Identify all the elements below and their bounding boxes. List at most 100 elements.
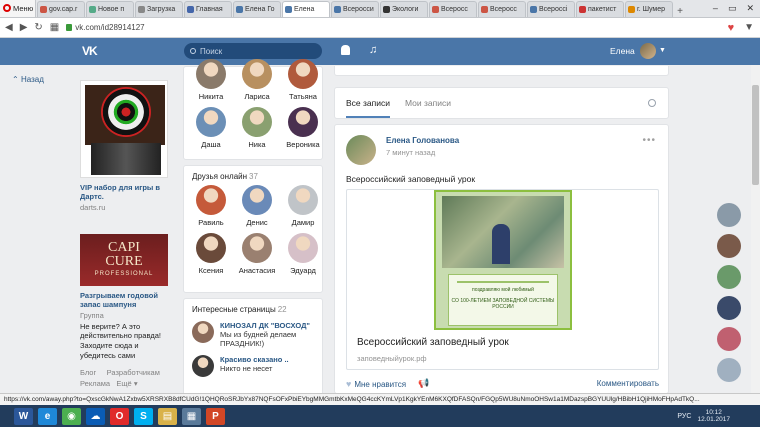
speed-dial-icon[interactable]: ▦ — [50, 22, 59, 33]
comment-button[interactable]: Комментировать — [597, 379, 659, 388]
search-icon[interactable] — [648, 99, 656, 107]
onedrive-icon[interactable]: ☁ — [86, 407, 105, 425]
post-actions: ♥ Мне нравится 📢 Комментировать — [346, 378, 659, 389]
browser-menu-button[interactable]: Меню — [0, 0, 36, 17]
scroll-thumb[interactable] — [752, 85, 759, 185]
back-icon[interactable]: ◀ — [5, 22, 13, 33]
browser-tab[interactable]: Всеросси — [331, 1, 379, 17]
media-icon[interactable]: ▦ — [182, 407, 201, 425]
footer-link-dev[interactable]: Разработчикам — [107, 368, 160, 377]
footer-link-blog[interactable]: Блог — [80, 368, 96, 377]
download-icon[interactable]: ▼ — [744, 22, 754, 33]
friend-item[interactable]: Эдуард — [281, 233, 325, 275]
like-label: Мне нравится — [354, 379, 407, 389]
powerpoint-icon[interactable]: P — [206, 407, 225, 425]
browser-tab[interactable]: Всероссі — [527, 1, 575, 17]
chevron-down-icon[interactable]: ▼ — [659, 47, 666, 54]
avatar[interactable] — [717, 296, 741, 320]
music-icon[interactable]: ♫ — [369, 44, 377, 56]
scrollbar[interactable] — [751, 65, 760, 393]
friend-item[interactable]: Даша — [189, 107, 233, 149]
ad-title[interactable]: VIP набор для игры в Дартс. — [80, 183, 175, 202]
ad-image-capicure[interactable]: CAPI CURE PROFESSIONAL — [80, 233, 168, 286]
browser-tab[interactable]: Всеросс — [478, 1, 526, 17]
avatar[interactable] — [640, 43, 656, 59]
browser-tab[interactable]: Елена Го — [233, 1, 281, 17]
post-time[interactable]: 7 минут назад — [386, 148, 435, 157]
avatar[interactable] — [717, 203, 741, 227]
back-link[interactable]: ⌃ Назад — [12, 75, 44, 84]
bell-icon[interactable] — [341, 45, 350, 55]
friend-item[interactable]: Татьяна — [281, 59, 325, 101]
vk-logo[interactable]: VK — [82, 44, 98, 58]
friend-name: Равиль — [198, 218, 224, 227]
browser-tab[interactable]: Новое п — [86, 1, 134, 17]
tab-all-posts[interactable]: Все записи — [346, 88, 390, 118]
heart-icon[interactable]: ♥ — [728, 22, 735, 34]
footer-link-more[interactable]: Ещё — [116, 379, 131, 388]
close-window-button[interactable]: ✕ — [746, 3, 754, 14]
chrome-icon[interactable]: ◉ — [62, 407, 81, 425]
reload-icon[interactable]: ↻ — [34, 22, 42, 33]
browser-tab[interactable]: г. Шумер — [625, 1, 673, 17]
explorer-icon[interactable]: ▤ — [158, 407, 177, 425]
ad-title[interactable]: Разгрываем годовой запас шампуня — [80, 291, 175, 310]
avatar[interactable] — [346, 135, 376, 165]
post-author[interactable]: Елена Голованова — [386, 136, 459, 145]
friend-item[interactable]: Вероника — [281, 107, 325, 149]
browser-tab[interactable]: Елена — [282, 1, 330, 17]
avatar[interactable] — [717, 265, 741, 289]
browser-tab[interactable]: Всеросс — [429, 1, 477, 17]
opera-icon[interactable]: O — [110, 407, 129, 425]
avatar[interactable] — [717, 234, 741, 258]
pages-header[interactable]: Интересные страницы 22 — [184, 299, 322, 318]
avatar[interactable] — [717, 327, 741, 351]
link-preview[interactable]: поздравляю мой любимый СО 100-ЛЕТИЕМ ЗАП… — [346, 189, 659, 370]
language-indicator[interactable]: РУС — [677, 413, 691, 420]
skype-icon[interactable]: S — [134, 407, 153, 425]
browser-tab[interactable]: пакетист — [576, 1, 624, 17]
online-friends-header[interactable]: Друзья онлайн 37 — [184, 166, 322, 185]
person-figure — [492, 224, 510, 264]
friend-item[interactable]: Ника — [235, 107, 279, 149]
friend-item[interactable]: Дамир — [281, 185, 325, 227]
browser-tab[interactable]: Загрузка — [135, 1, 183, 17]
ie-icon[interactable]: e — [38, 407, 57, 425]
clock[interactable]: 10:12 12.01.2017 — [697, 409, 730, 424]
friend-item[interactable]: Равиль — [189, 185, 233, 227]
link-title: Всероссийский заповедный урок — [357, 337, 509, 348]
avatar[interactable] — [717, 358, 741, 382]
vk-header: VK Поиск ♫ Елена ▼ — [0, 38, 760, 65]
avatar — [192, 354, 214, 377]
user-name[interactable]: Елена — [610, 46, 635, 56]
tab-my-posts[interactable]: Мои записи — [405, 98, 451, 108]
friend-item[interactable]: Лариса — [235, 59, 279, 101]
maximize-button[interactable]: ▭ — [728, 3, 737, 14]
new-tab-button[interactable]: + — [673, 6, 687, 17]
lock-icon — [66, 24, 73, 31]
avatar — [196, 59, 226, 89]
browser-tab[interactable]: Экологи — [380, 1, 428, 17]
list-item[interactable]: Красиво сказано .. Никто не несет — [184, 352, 322, 380]
minimize-button[interactable]: – — [713, 3, 718, 13]
browser-tab[interactable]: Главная — [184, 1, 232, 17]
friend-item[interactable]: Анастасия — [235, 233, 279, 275]
ad-image-darts[interactable] — [80, 80, 168, 178]
search-input[interactable]: Поиск — [184, 43, 322, 59]
word-icon[interactable]: W — [14, 407, 33, 425]
forward-icon[interactable]: ▶ — [20, 22, 28, 33]
browser-tab[interactable]: gov.cap.r — [37, 1, 85, 17]
browser-tab-label: Главная — [196, 6, 223, 13]
friend-item[interactable]: Ксения — [189, 233, 233, 275]
footer-link-ads[interactable]: Реклама — [80, 379, 110, 388]
more-options-icon[interactable]: ••• — [642, 135, 656, 146]
friend-item[interactable]: Денис — [235, 185, 279, 227]
page-description: Мы из будней делаем ПРАЗДНИК!) — [220, 330, 297, 349]
url-field[interactable]: vk.com/id28914127 — [66, 23, 145, 32]
list-item[interactable]: КИНОЗАЛ ДК "ВОСХОД" Мы из будней делаем … — [184, 318, 322, 352]
previous-block — [334, 66, 669, 76]
browser-tab-label: Экологи — [392, 6, 419, 13]
share-icon[interactable]: 📢 — [418, 378, 429, 389]
like-button[interactable]: ♥ Мне нравится — [346, 379, 406, 389]
friend-item[interactable]: Никита — [189, 59, 233, 101]
